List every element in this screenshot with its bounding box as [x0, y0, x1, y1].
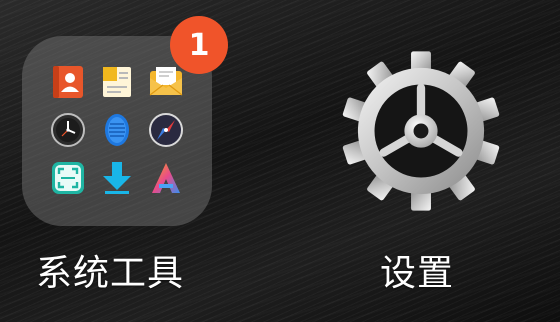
system-tools-label: 系统工具 [36, 253, 185, 294]
voice-recorder-icon[interactable] [99, 112, 135, 148]
notes-icon[interactable] [99, 64, 135, 100]
scanner-icon[interactable] [50, 160, 86, 196]
notification-badge: 1 [170, 16, 228, 74]
contacts-icon[interactable] [50, 64, 86, 100]
gear-icon[interactable] [338, 48, 504, 214]
clock-icon[interactable] [50, 112, 86, 148]
email-icon[interactable] [148, 64, 184, 100]
app-store-icon[interactable] [148, 160, 184, 196]
download-icon[interactable] [99, 160, 135, 196]
compass-icon[interactable] [148, 112, 184, 148]
settings-label: 设置 [380, 253, 455, 294]
